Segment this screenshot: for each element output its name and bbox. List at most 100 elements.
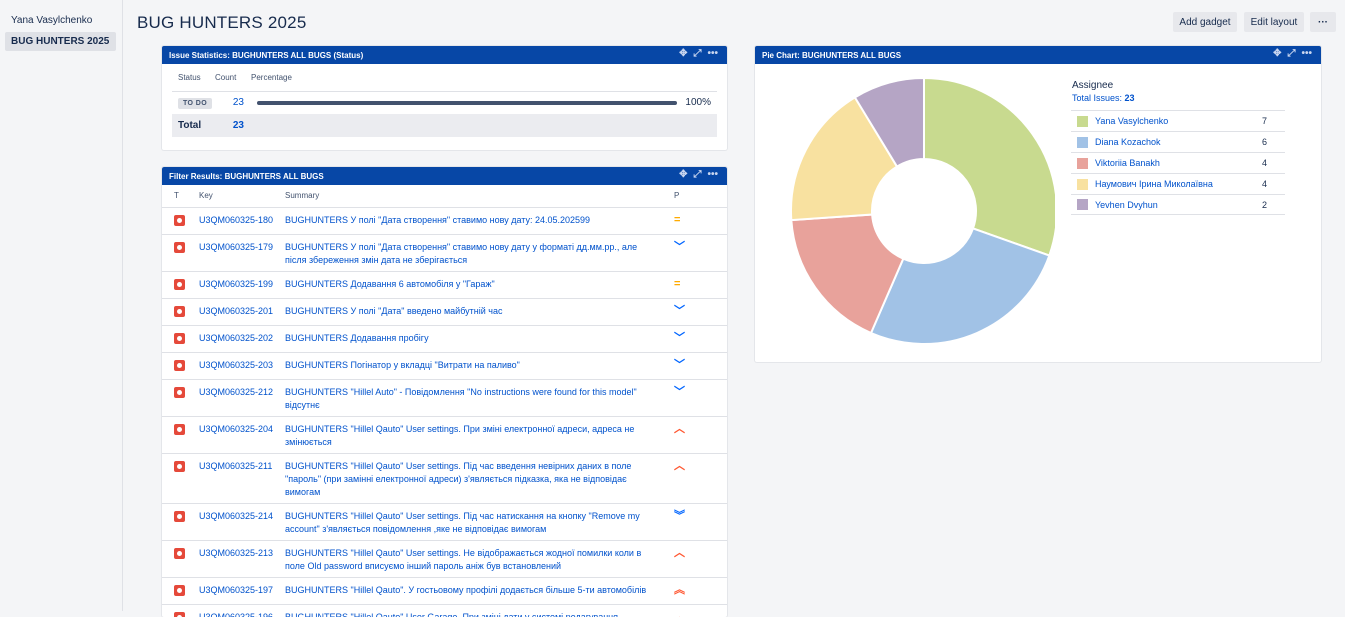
issue-key-link[interactable]: U3QM060325-212 bbox=[196, 379, 285, 416]
column-header-priority: P bbox=[668, 185, 727, 207]
table-row: TO DO 23 100% bbox=[172, 91, 717, 114]
issue-summary-link[interactable]: BUGHUNTERS Додавання пробігу bbox=[285, 325, 668, 352]
table-row[interactable]: U3QM060325-180BUGHUNTERS У полі "Дата ст… bbox=[162, 207, 727, 234]
issue-key-link[interactable]: U3QM060325-197 bbox=[196, 577, 285, 604]
priority-high-icon: ︿ bbox=[674, 611, 685, 617]
bug-icon bbox=[174, 242, 185, 253]
issue-summary-link[interactable]: BUGHUNTERS "Hillel Auto" - Повідомлення … bbox=[285, 379, 668, 416]
legend-item[interactable]: Yana Vasylchenko 7 bbox=[1071, 110, 1285, 131]
issue-summary-link[interactable]: BUGHUNTERS У полі "Дата створення" стави… bbox=[285, 207, 668, 234]
table-row[interactable]: U3QM060325-203BUGHUNTERS Погінатор у вкл… bbox=[162, 352, 727, 379]
legend-label[interactable]: Diana Kozachok bbox=[1095, 137, 1161, 147]
expand-icon[interactable]: ⤢ bbox=[693, 170, 701, 180]
expand-icon[interactable]: ⤢ bbox=[1287, 49, 1295, 59]
table-row[interactable]: U3QM060325-212BUGHUNTERS "Hillel Auto" -… bbox=[162, 379, 727, 416]
bug-icon bbox=[174, 279, 185, 290]
gadget-title: Issue Statistics: BUGHUNTERS ALL BUGS (S… bbox=[169, 51, 363, 60]
total-count-link[interactable]: 23 bbox=[215, 114, 251, 137]
table-row[interactable]: U3QM060325-197BUGHUNTERS "Hillel Qauto".… bbox=[162, 577, 727, 604]
priority-lowest-icon: ︾ bbox=[674, 510, 685, 522]
issue-key-link[interactable]: U3QM060325-211 bbox=[196, 453, 285, 503]
sidebar-item-dashboard[interactable]: BUG HUNTERS 2025 bbox=[5, 32, 116, 51]
legend-item[interactable]: Viktoriia Banakh4 bbox=[1071, 152, 1285, 173]
issue-key-link[interactable]: U3QM060325-199 bbox=[196, 271, 285, 298]
percentage-bar bbox=[257, 101, 677, 105]
bug-icon bbox=[174, 511, 185, 522]
issue-key-link[interactable]: U3QM060325-203 bbox=[196, 352, 285, 379]
gadget-title: Filter Results: BUGHUNTERS ALL BUGS bbox=[169, 172, 324, 181]
priority-medium-icon: = bbox=[674, 214, 680, 226]
issue-summary-link[interactable]: BUGHUNTERS "Hillel Qauto" User settings.… bbox=[285, 503, 668, 540]
priority-highest-icon: ︽ bbox=[674, 584, 685, 596]
gadget-header: Issue Statistics: BUGHUNTERS ALL BUGS (S… bbox=[162, 46, 727, 64]
legend-label[interactable]: Yana Vasylchenko bbox=[1095, 116, 1168, 126]
priority-low-icon: ﹀ bbox=[674, 305, 685, 317]
table-row[interactable]: U3QM060325-214BUGHUNTERS "Hillel Qauto" … bbox=[162, 503, 727, 540]
issue-summary-link[interactable]: BUGHUNTERS У полі "Дата" введено майбутн… bbox=[285, 298, 668, 325]
table-row[interactable]: U3QM060325-211BUGHUNTERS "Hillel Qauto" … bbox=[162, 453, 727, 503]
more-actions-button[interactable]: ··· bbox=[1310, 12, 1336, 32]
issue-key-link[interactable]: U3QM060325-179 bbox=[196, 234, 285, 271]
legend-count: 2 bbox=[1262, 200, 1267, 210]
more-icon[interactable]: ••• bbox=[1301, 49, 1312, 59]
legend-label[interactable]: Наумович Ірина Миколаївна bbox=[1095, 179, 1213, 189]
issue-summary-link[interactable]: BUGHUNTERS "Hillel Qauto" User settings.… bbox=[285, 453, 668, 503]
more-icon[interactable]: ••• bbox=[707, 49, 718, 59]
table-row[interactable]: U3QM060325-213BUGHUNTERS "Hillel Qauto" … bbox=[162, 540, 727, 577]
expand-icon[interactable]: ⤢ bbox=[693, 49, 701, 59]
legend-count: 7 bbox=[1262, 116, 1267, 126]
pie-slice[interactable] bbox=[871, 228, 1049, 344]
issue-key-link[interactable]: U3QM060325-202 bbox=[196, 325, 285, 352]
bug-icon bbox=[174, 387, 185, 398]
gadget-title: Pie Chart: BUGHUNTERS ALL BUGS bbox=[762, 51, 901, 60]
issue-key-link[interactable]: U3QM060325-201 bbox=[196, 298, 285, 325]
table-row[interactable]: U3QM060325-199BUGHUNTERS Додавання 6 авт… bbox=[162, 271, 727, 298]
table-row[interactable]: U3QM060325-204BUGHUNTERS "Hillel Qauto" … bbox=[162, 416, 727, 453]
bug-icon bbox=[174, 360, 185, 371]
issue-summary-link[interactable]: BUGHUNTERS У полі "Дата створення" стави… bbox=[285, 234, 668, 271]
count-link[interactable]: 23 bbox=[215, 91, 251, 114]
issue-summary-link[interactable]: BUGHUNTERS "Hillel Qauto". У гостьовому … bbox=[285, 577, 668, 604]
issue-summary-link[interactable]: BUGHUNTERS "Hillel Qauto" User settings.… bbox=[285, 416, 668, 453]
sidebar-item-user[interactable]: Yana Vasylchenko bbox=[5, 11, 116, 30]
total-issues-label: Total Issues: bbox=[1072, 93, 1122, 103]
sidebar: Yana Vasylchenko BUG HUNTERS 2025 bbox=[0, 0, 123, 611]
legend-item[interactable]: Наумович Ірина Миколаївна4 bbox=[1071, 173, 1285, 194]
move-icon[interactable]: ✥ bbox=[1273, 49, 1281, 59]
stats-table: Status Count Percentage TO DO 23 100% To… bbox=[172, 64, 717, 137]
issue-key-link[interactable]: U3QM060325-214 bbox=[196, 503, 285, 540]
column-header-type: T bbox=[162, 185, 196, 207]
issue-key-link[interactable]: U3QM060325-213 bbox=[196, 540, 285, 577]
status-badge[interactable]: TO DO bbox=[178, 98, 212, 109]
pie-slice[interactable] bbox=[924, 78, 1055, 256]
move-icon[interactable]: ✥ bbox=[679, 170, 687, 180]
legend-item[interactable]: Diana Kozachok 6 bbox=[1071, 131, 1285, 152]
priority-low-icon: ﹀ bbox=[674, 386, 685, 398]
issue-summary-link[interactable]: BUGHUNTERS Погінатор у вкладці "Витрати … bbox=[285, 352, 668, 379]
bug-icon bbox=[174, 333, 185, 344]
table-row[interactable]: U3QM060325-179BUGHUNTERS У полі "Дата ст… bbox=[162, 234, 727, 271]
bug-icon bbox=[174, 461, 185, 472]
more-icon[interactable]: ••• bbox=[707, 170, 718, 180]
priority-low-icon: ﹀ bbox=[674, 241, 685, 253]
issue-key-link[interactable]: U3QM060325-180 bbox=[196, 207, 285, 234]
pie-chart-gadget: Pie Chart: BUGHUNTERS ALL BUGS ✥ ⤢ ••• A… bbox=[755, 46, 1321, 362]
filter-results-gadget: Filter Results: BUGHUNTERS ALL BUGS ✥ ⤢ … bbox=[162, 167, 727, 617]
issue-summary-link[interactable]: BUGHUNTERS Додавання 6 автомобіля у "Гар… bbox=[285, 271, 668, 298]
legend-item[interactable]: Yevhen Dvyhun 2 bbox=[1071, 194, 1285, 215]
issue-key-link[interactable]: U3QM060325-204 bbox=[196, 416, 285, 453]
add-gadget-button[interactable]: Add gadget bbox=[1173, 12, 1237, 32]
issue-summary-link[interactable]: BUGHUNTERS "Hillel Qauto" User settings.… bbox=[285, 540, 668, 577]
table-row[interactable]: U3QM060325-202BUGHUNTERS Додавання пробі… bbox=[162, 325, 727, 352]
page-title: BUG HUNTERS 2025 bbox=[137, 13, 306, 33]
legend-swatch bbox=[1077, 158, 1088, 169]
legend-label[interactable]: Yevhen Dvyhun bbox=[1095, 200, 1158, 210]
legend-label[interactable]: Viktoriia Banakh bbox=[1095, 158, 1160, 168]
legend-swatch bbox=[1077, 116, 1088, 127]
table-row[interactable]: U3QM060325-201BUGHUNTERS У полі "Дата" в… bbox=[162, 298, 727, 325]
legend-count: 6 bbox=[1262, 137, 1267, 147]
edit-layout-button[interactable]: Edit layout bbox=[1244, 12, 1304, 32]
legend-swatch bbox=[1077, 137, 1088, 148]
move-icon[interactable]: ✥ bbox=[679, 49, 687, 59]
filter-results-table: T Key Summary P U3QM060325-180BUGHUNTERS… bbox=[162, 185, 727, 617]
